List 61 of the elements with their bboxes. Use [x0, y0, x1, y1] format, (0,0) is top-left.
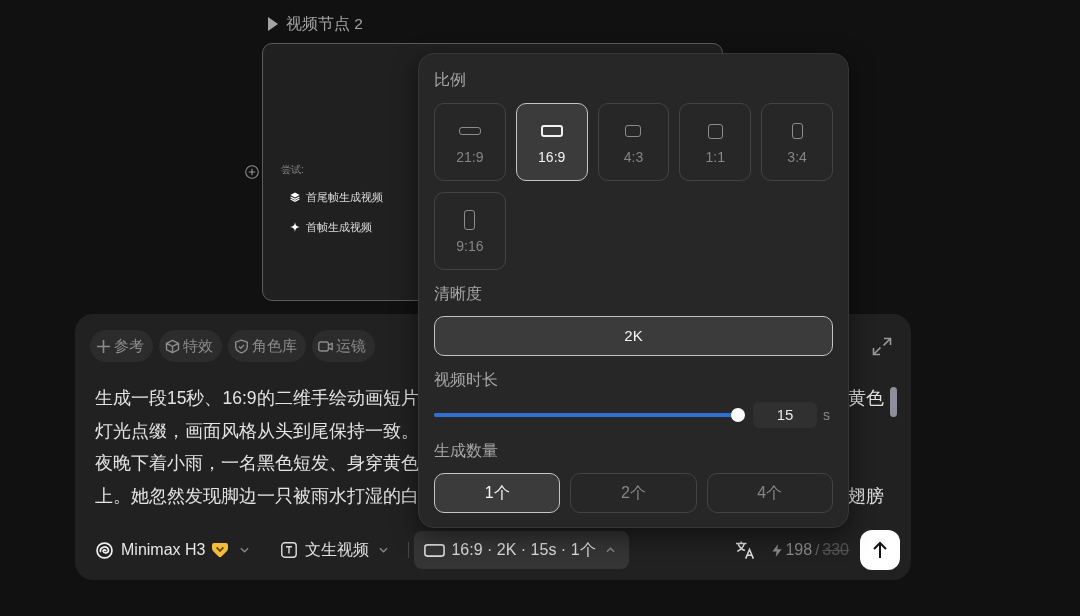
- rectangle-icon: [625, 125, 642, 137]
- tool-chip[interactable]: 运镜: [312, 330, 375, 362]
- duration-input[interactable]: 15: [753, 402, 817, 428]
- section-title: 视频时长: [434, 370, 499, 390]
- caret-down-icon: [379, 547, 389, 553]
- section-title: 清晰度: [434, 284, 483, 304]
- unit-label: s: [823, 405, 830, 425]
- tool-chip[interactable]: 角色库: [228, 330, 306, 362]
- resolution-option[interactable]: 2K: [434, 316, 833, 356]
- prompt-text: 生成一段15秒、16:9的二维手绘动画短片: [95, 387, 419, 411]
- section-title: 比例: [434, 70, 467, 90]
- rectangle-icon: [424, 543, 446, 557]
- model-dropdown[interactable]: Minimax H3: [96, 534, 250, 566]
- rectangle-icon: [707, 123, 723, 139]
- suggestion-item[interactable]: 首尾帧生成视频: [290, 190, 383, 204]
- node-title: 视频节点 2: [286, 15, 363, 33]
- gem-badge-icon: [211, 542, 230, 558]
- suggestion-item[interactable]: 首帧生成视频: [290, 220, 372, 234]
- caret-down-icon: [240, 547, 250, 553]
- send-button[interactable]: [860, 530, 900, 570]
- tool-chip[interactable]: 特效: [159, 330, 222, 362]
- prompt-text: 夜晚下着小雨，一名黑色短发、身穿黄色: [95, 452, 419, 476]
- add-circle-icon[interactable]: [245, 165, 259, 179]
- tool-chip[interactable]: 参考: [90, 330, 153, 362]
- credit-count: 198: [785, 540, 813, 560]
- count-option[interactable]: 2个: [570, 473, 697, 513]
- prompt-text: 上。她忽然发现脚边一只被雨水打湿的白: [95, 484, 419, 508]
- translate-icon[interactable]: [735, 540, 757, 560]
- hint-label: 尝试:: [281, 163, 304, 177]
- ratio-option[interactable]: 21:9: [434, 103, 506, 181]
- caret-up-icon: [605, 547, 615, 553]
- sparkle-icon: [290, 222, 300, 232]
- rectangle-icon: [540, 125, 563, 137]
- prompt-text: 翅膀: [848, 484, 884, 508]
- count-option[interactable]: 1个: [434, 473, 561, 513]
- count-option[interactable]: 4个: [706, 473, 833, 513]
- duration-slider[interactable]: [434, 408, 745, 422]
- lightning-icon: [772, 543, 783, 557]
- ratio-option[interactable]: 9:16: [434, 192, 506, 270]
- ratio-option[interactable]: 1:1: [679, 103, 752, 181]
- separator-text: /: [815, 539, 820, 560]
- mode-dropdown[interactable]: 文生视频: [281, 534, 389, 566]
- shield-icon: [234, 338, 249, 354]
- cube-icon: [165, 338, 180, 354]
- prompt-text: 灯光点缀，画面风格从头到尾保持一致。: [95, 419, 419, 443]
- slider-thumb[interactable]: [731, 408, 745, 422]
- ratio-option[interactable]: 16:9: [515, 103, 588, 181]
- arrow-up-icon: [872, 541, 888, 559]
- settings-button[interactable]: 16:9 · 2K · 15s · 1个: [414, 531, 629, 569]
- prompt-text: 黄色: [848, 387, 884, 411]
- plus-icon: [96, 338, 111, 354]
- video-camera-icon: [318, 338, 333, 354]
- text-box-icon: [281, 542, 298, 558]
- expand-icon[interactable]: [872, 336, 892, 356]
- layers-icon: [290, 192, 300, 202]
- triangle-icon[interactable]: [268, 17, 278, 31]
- section-title: 生成数量: [434, 441, 499, 461]
- ratio-option[interactable]: 3:4: [761, 103, 833, 181]
- spiral-logo-icon: [96, 541, 113, 559]
- ratio-option[interactable]: 4:3: [597, 103, 670, 181]
- scrollbar[interactable]: [890, 387, 897, 417]
